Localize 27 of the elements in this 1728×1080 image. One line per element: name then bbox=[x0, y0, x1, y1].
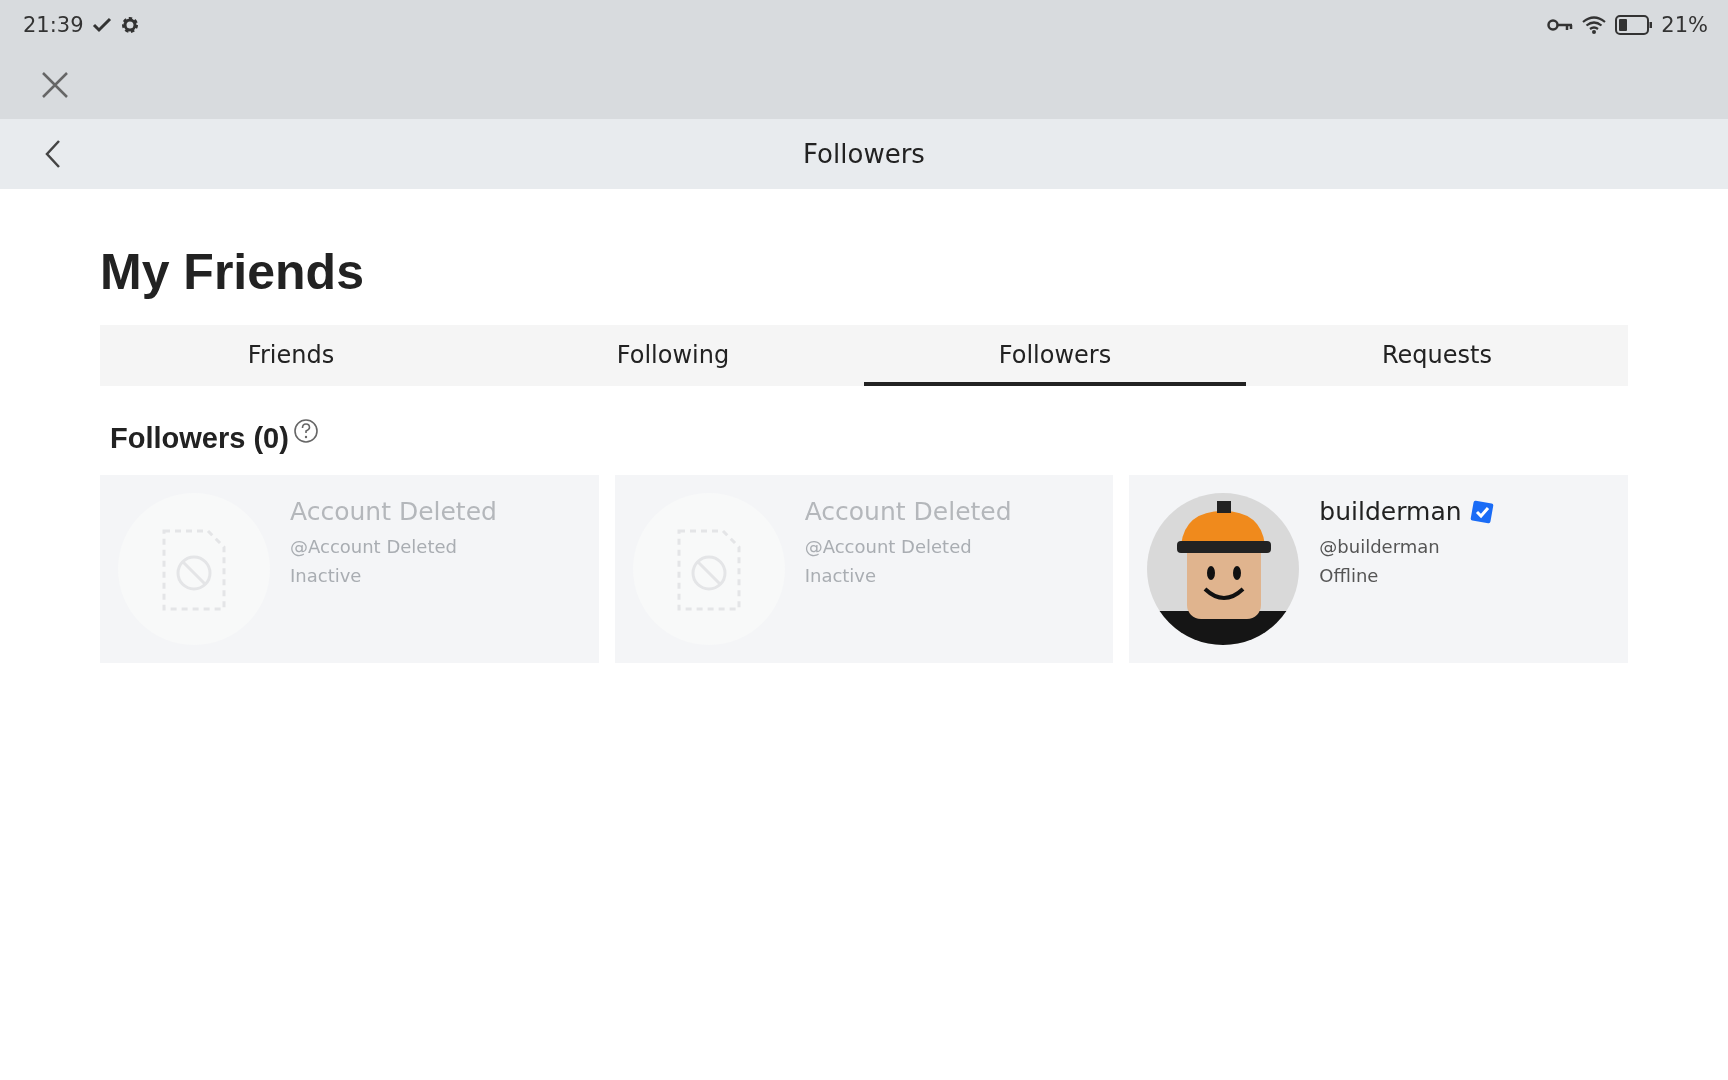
close-button[interactable] bbox=[40, 69, 70, 100]
section-title: Followers (0) bbox=[110, 421, 289, 455]
user-name: Account Deleted bbox=[290, 497, 497, 526]
user-name: Account Deleted bbox=[804, 497, 1012, 526]
battery-level: 21% bbox=[1661, 13, 1708, 37]
tab[interactable]: Friends bbox=[100, 325, 482, 386]
presence-status: Inactive bbox=[290, 565, 363, 586]
header-title: Followers bbox=[803, 139, 925, 169]
presence-status: Inactive bbox=[804, 565, 878, 586]
tab[interactable]: Followers bbox=[864, 325, 1246, 386]
tab[interactable]: Requests bbox=[1246, 325, 1628, 386]
wifi-icon bbox=[1581, 15, 1608, 35]
user-handle: @builderman bbox=[1319, 536, 1441, 557]
check-icon bbox=[91, 17, 112, 33]
user-handle: @Account Deleted bbox=[290, 536, 458, 557]
status-time: 21:39 bbox=[23, 13, 84, 37]
presence-status: Offline bbox=[1319, 565, 1380, 586]
help-icon[interactable] bbox=[292, 418, 319, 444]
friend-card[interactable]: builderman @builderman Offline bbox=[1129, 475, 1628, 663]
tab[interactable]: Following bbox=[482, 325, 864, 386]
key-icon bbox=[1547, 18, 1574, 32]
battery-icon bbox=[1615, 15, 1654, 35]
user-handle: @Account Deleted bbox=[804, 536, 973, 557]
user-name: builderman bbox=[1319, 497, 1462, 526]
settings-icon bbox=[119, 15, 140, 35]
back-button[interactable] bbox=[44, 138, 62, 170]
page-title: My Friends bbox=[100, 243, 365, 302]
